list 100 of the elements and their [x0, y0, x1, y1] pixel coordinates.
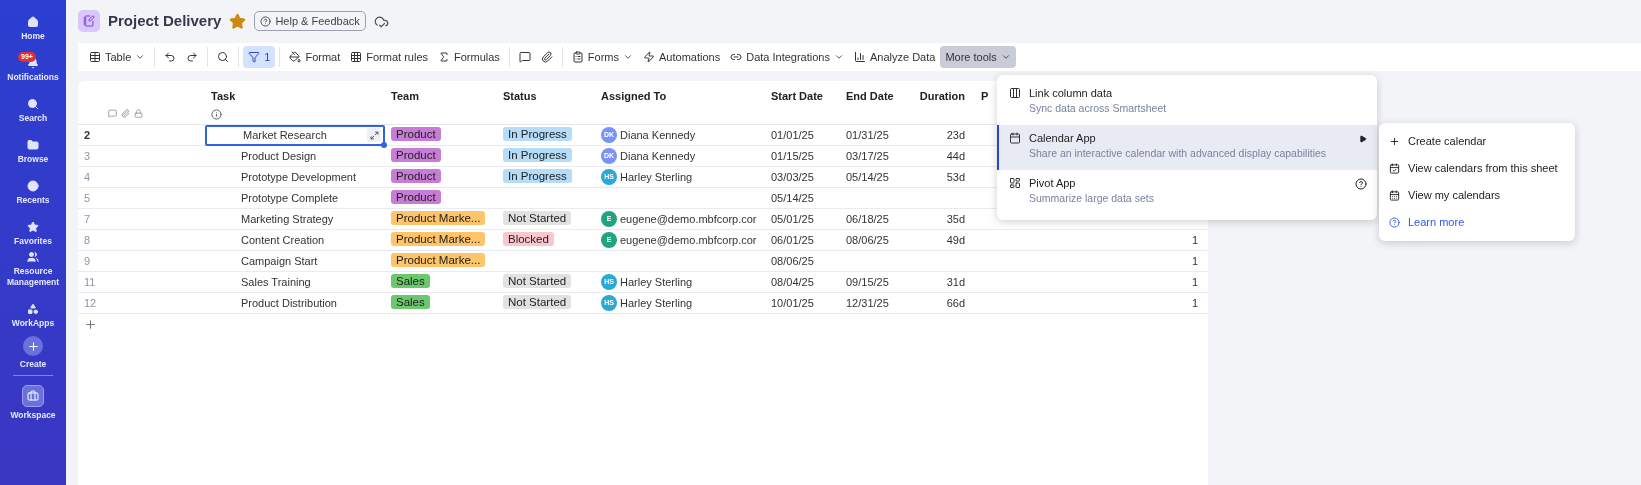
sidebar-item[interactable]: Resource Management: [1, 248, 65, 288]
chevron-down-icon: [135, 52, 146, 62]
duration: 66d: [946, 295, 965, 311]
learn-more-link[interactable]: Learn more: [1379, 209, 1575, 236]
chevron-down-icon: [833, 52, 844, 62]
submenu-item[interactable]: View my calendars: [1379, 182, 1575, 209]
assignee-name: Diana Kennedy: [620, 127, 696, 143]
row-number: 4: [84, 170, 91, 183]
end-date: 05/14/25: [846, 170, 889, 183]
column-header[interactable]: End Date: [846, 88, 915, 105]
duration: 44d: [946, 148, 965, 164]
dashboard-icon: [1009, 177, 1021, 189]
sidebar-item[interactable]: Browse: [1, 125, 65, 165]
help-feedback-button[interactable]: Help & Feedback: [254, 11, 366, 31]
help-icon: [1389, 217, 1400, 228]
sidebar-item[interactable]: Home: [1, 2, 65, 42]
sidebar-item[interactable]: Search: [1, 84, 65, 124]
task-cell[interactable]: Product Distribution: [205, 292, 385, 314]
toolbar-button[interactable]: Formulas: [433, 46, 505, 68]
table-cell-text: 1: [1191, 253, 1198, 269]
shapes-icon: [27, 303, 39, 315]
toolbar-button[interactable]: Data Integrations: [725, 46, 849, 68]
status-tag: Blocked: [503, 232, 554, 247]
status-tag: Not Started: [503, 295, 572, 310]
task-cell[interactable]: Market Research: [205, 124, 385, 146]
team-tag: Product Marke...: [391, 253, 486, 268]
assignee-name: Harley Sterling: [620, 295, 693, 311]
toolbar-button[interactable]: 1: [243, 46, 276, 68]
paperclip-icon: [121, 109, 130, 118]
column-header[interactable]: Status: [503, 88, 595, 105]
sidebar-item[interactable]: Favorites: [1, 207, 65, 247]
table-cell-text: 1: [1191, 295, 1198, 311]
end-date: 01/31/25: [846, 128, 889, 141]
toolbar-button[interactable]: Format rules: [345, 46, 433, 68]
favorite-star-icon[interactable]: [229, 12, 247, 30]
column-header[interactable]: Duration: [919, 88, 965, 105]
chevron-down-icon: [1000, 52, 1011, 62]
task-cell[interactable]: Campaign Start: [205, 250, 385, 272]
menu-item[interactable]: Link column data Sync data across Smartsheet: [997, 80, 1377, 125]
columns-icon: [1009, 87, 1021, 99]
help-icon[interactable]: [1355, 178, 1367, 190]
row-number: 2: [84, 128, 91, 141]
sidebar-item[interactable]: Recents: [1, 166, 65, 206]
row-number: 11: [84, 275, 96, 288]
bar-chart-icon: [853, 51, 866, 63]
end-date: 06/18/25: [846, 212, 889, 225]
task-cell[interactable]: Marketing Strategy: [205, 208, 385, 230]
status-tag: Not Started: [503, 274, 572, 289]
menu-item[interactable]: Pivot App Summarize large data sets: [997, 170, 1377, 215]
column-header[interactable]: Start Date: [771, 88, 840, 105]
submenu-item[interactable]: View calendars from this sheet: [1379, 155, 1575, 182]
row-number: 3: [84, 149, 91, 162]
toolbar-button[interactable]: Automations: [638, 46, 726, 68]
toolbar-button[interactable]: Forms: [566, 46, 639, 68]
filter-icon: [248, 51, 261, 63]
row-number: 12: [84, 296, 97, 309]
team-tag: Product: [391, 190, 441, 205]
sidebar-item[interactable]: WorkApps: [1, 289, 65, 329]
info-icon: [211, 108, 222, 120]
toolbar-button[interactable]: Format: [284, 46, 346, 68]
row-number: 8: [84, 233, 91, 246]
toolbar-button[interactable]: More tools: [940, 46, 1016, 68]
column-header[interactable]: Team: [391, 88, 497, 105]
task-cell[interactable]: Product Design: [205, 145, 385, 167]
add-row-icon[interactable]: [84, 318, 97, 331]
redo-icon: [186, 51, 199, 63]
sidebar-item[interactable]: Create: [1, 330, 65, 370]
start-date: 10/01/25: [771, 296, 814, 309]
task-cell[interactable]: Prototype Complete: [205, 187, 385, 209]
start-date: 08/04/25: [771, 275, 814, 288]
search-icon: [27, 98, 39, 110]
assignee-name: Diana Kennedy: [620, 148, 696, 164]
fill-handle[interactable]: [381, 141, 387, 148]
comment-icon: [518, 51, 531, 63]
menu-item[interactable]: Calendar App Share an interactive calendar with advanced display capabilities: [997, 125, 1377, 170]
team-tag: Product: [391, 148, 441, 163]
column-header[interactable]: Assigned To: [601, 88, 765, 105]
star-icon: [27, 221, 39, 233]
column-header[interactable]: Task: [211, 88, 385, 105]
home-icon: [27, 16, 39, 28]
end-date: 12/31/25: [846, 296, 889, 309]
start-date: 01/15/25: [771, 149, 814, 162]
undo-icon: [164, 51, 177, 63]
end-date: 09/15/25: [846, 275, 889, 288]
expand-icon[interactable]: [367, 128, 381, 142]
table-cell-text: 1: [1191, 232, 1198, 248]
sheet-icon: [78, 10, 100, 32]
sidebar-item[interactable]: Workspace: [1, 381, 65, 421]
sigma-icon: [438, 51, 450, 63]
toolbar-button[interactable]: Table: [84, 46, 151, 68]
team-tag: Product: [391, 127, 441, 142]
plus-icon: [23, 336, 43, 356]
task-cell[interactable]: Sales Training: [205, 271, 385, 293]
search-icon: [217, 51, 230, 63]
task-cell[interactable]: Content Creation: [205, 229, 385, 251]
task-cell[interactable]: Prototype Development: [205, 166, 385, 188]
toolbar-button[interactable]: Analyze Data: [848, 46, 941, 68]
row-number: 9: [84, 254, 91, 267]
team-tag: Product: [391, 169, 441, 184]
submenu-item[interactable]: Create calendar: [1379, 128, 1575, 155]
